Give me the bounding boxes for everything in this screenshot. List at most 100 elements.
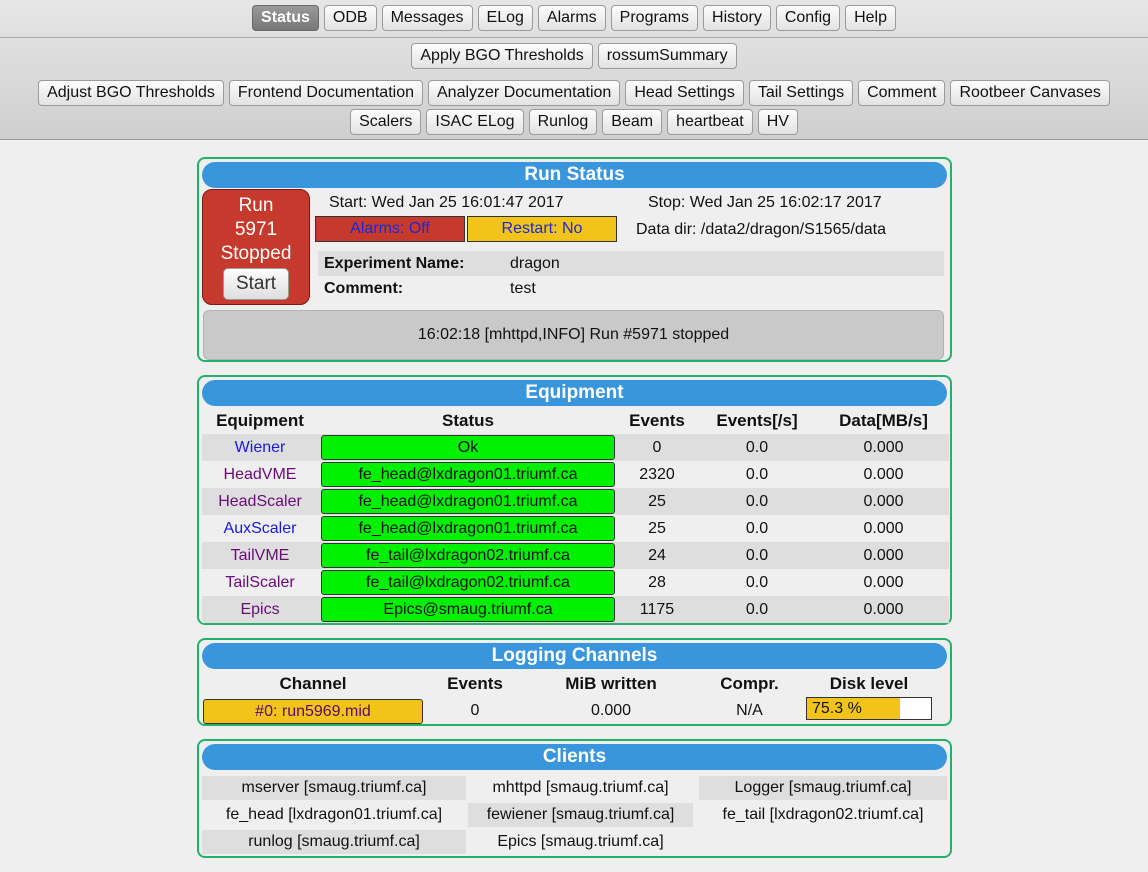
beam-link[interactable]: Beam <box>602 109 663 135</box>
comment-value: test <box>510 280 536 297</box>
experiment-name-value: dragon <box>510 255 560 272</box>
table-row: Wiener Ok 0 0.0 0.000 <box>202 434 949 461</box>
client-item: Epics [smaug.triumf.ca] <box>497 833 664 850</box>
column-header-disk-level: Disk level <box>829 674 909 693</box>
stop-time: Stop: Wed Jan 25 16:02:17 2017 <box>648 194 882 211</box>
table-row: HeadScaler fe_head@lxdragon01.triumf.ca … <box>202 488 949 515</box>
column-header-data-rate: Data[MB/s] <box>839 411 928 430</box>
client-item: fe_head [lxdragon01.triumf.ca] <box>225 806 443 823</box>
column-header-channel: Channel <box>279 674 347 693</box>
heartbeat-link[interactable]: heartbeat <box>667 109 753 135</box>
client-item: mhttpd [smaug.triumf.ca] <box>492 779 669 796</box>
start-run-button[interactable]: Start <box>223 268 289 300</box>
client-item: fe_tail [lxdragon02.triumf.ca] <box>722 806 924 823</box>
equipment-event-rate: 0.0 <box>696 542 818 569</box>
logging-channels-title: Logging Channels <box>202 643 947 669</box>
client-item: mserver [smaug.triumf.ca] <box>202 776 466 800</box>
run-state-box: Run 5971 Stopped Start <box>202 189 310 305</box>
hv-link[interactable]: HV <box>757 109 798 135</box>
menu-config-button[interactable]: Config <box>775 5 841 31</box>
frontend-documentation-link[interactable]: Frontend Documentation <box>228 80 423 106</box>
menu-history-button[interactable]: History <box>703 5 771 31</box>
scalers-link[interactable]: Scalers <box>350 109 422 135</box>
equipment-event-rate: 0.0 <box>745 465 769 483</box>
column-header-events-rate: Events[/s] <box>716 411 798 430</box>
equipment-name-link[interactable]: HeadScaler <box>218 493 302 510</box>
logging-channels-table: Channel Events MiB written Compr. Disk l… <box>202 671 935 725</box>
equipment-data-rate: 0.000 <box>818 434 949 461</box>
equipment-table: Equipment Status Events Events[/s] Data[… <box>202 408 949 623</box>
apply-bgo-thresholds-button[interactable]: Apply BGO Thresholds <box>411 43 593 69</box>
tail-settings-link[interactable]: Tail Settings <box>748 80 854 106</box>
equipment-status: fe_head@lxdragon01.triumf.ca <box>321 489 615 514</box>
equipment-events: 1175 <box>618 596 696 623</box>
menu-help-button[interactable]: Help <box>845 5 896 31</box>
channel-events: 0 <box>470 702 480 719</box>
equipment-title: Equipment <box>202 380 947 406</box>
equipment-event-rate: 0.0 <box>745 519 769 537</box>
experiment-name-label: Experiment Name: <box>324 255 465 272</box>
last-message[interactable]: 16:02:18 [mhttpd,INFO] Run #5971 stopped <box>203 310 944 360</box>
run-label: Run <box>238 195 274 216</box>
equipment-events: 0 <box>618 434 696 461</box>
equipment-name-link[interactable]: TailScaler <box>225 574 294 591</box>
disk-level-bar: 75.3 % <box>806 697 932 720</box>
equipment-data-rate: 0.000 <box>818 488 949 515</box>
column-header-compression: Compr. <box>720 674 779 693</box>
rossum-summary-button[interactable]: rossumSummary <box>597 43 737 69</box>
run-number: 5971 <box>234 219 278 240</box>
column-header-equipment: Equipment <box>216 411 304 430</box>
menu-divider <box>0 31 1148 38</box>
table-row: Epics Epics@smaug.triumf.ca 1175 0.0 0.0… <box>202 596 949 623</box>
equipment-header-row: Equipment Status Events Events[/s] Data[… <box>202 408 949 434</box>
equipment-name-link[interactable]: Wiener <box>235 439 286 456</box>
disk-level-text: 75.3 % <box>812 700 862 717</box>
table-row: TailVME fe_tail@lxdragon02.triumf.ca 24 … <box>202 542 949 569</box>
client-item: fewiener [smaug.triumf.ca] <box>468 803 693 827</box>
alarms-status[interactable]: Alarms: Off <box>315 216 465 242</box>
equipment-events: 25 <box>618 488 696 515</box>
run-state: Stopped <box>220 243 292 264</box>
restart-status[interactable]: Restart: No <box>467 216 617 242</box>
table-row: #0: run5969.mid 0 0.000 N/A 75.3 % <box>202 697 935 725</box>
comment-link[interactable]: Comment <box>858 80 946 106</box>
comment-label: Comment: <box>324 280 404 297</box>
column-header-status: Status <box>442 411 494 430</box>
equipment-status: Epics@smaug.triumf.ca <box>321 597 615 622</box>
equipment-event-rate: 0.0 <box>696 434 818 461</box>
equipment-data-rate: 0.000 <box>863 465 904 483</box>
equipment-name-link[interactable]: TailVME <box>231 547 290 564</box>
rootbeer-canvases-link[interactable]: Rootbeer Canvases <box>950 80 1110 106</box>
menu-odb-button[interactable]: ODB <box>323 5 377 31</box>
menu-programs-button[interactable]: Programs <box>610 5 699 31</box>
menu-elog-button[interactable]: ELog <box>477 5 533 31</box>
adjust-bgo-thresholds-link[interactable]: Adjust BGO Thresholds <box>38 80 224 106</box>
equipment-data-rate: 0.000 <box>818 596 949 623</box>
equipment-data-rate: 0.000 <box>863 573 904 591</box>
main-menu: Status ODB Messages ELog Alarms Programs… <box>0 0 1148 31</box>
head-settings-link[interactable]: Head Settings <box>625 80 744 106</box>
top-navigation: Status ODB Messages ELog Alarms Programs… <box>0 0 1148 140</box>
custom-links-row-2: Scalers ISAC ELog Runlog Beam heartbeat … <box>0 106 1148 135</box>
equipment-status: fe_tail@lxdragon02.triumf.ca <box>321 543 615 568</box>
menu-status-button[interactable]: Status <box>252 5 319 31</box>
equipment-event-rate: 0.0 <box>696 488 818 515</box>
isac-elog-link[interactable]: ISAC ELog <box>426 109 524 135</box>
equipment-name-link[interactable]: AuxScaler <box>224 520 297 537</box>
menu-alarms-button[interactable]: Alarms <box>537 5 606 31</box>
channel-name-link[interactable]: #0: run5969.mid <box>203 698 423 724</box>
equipment-data-rate: 0.000 <box>863 519 904 537</box>
equipment-name-link[interactable]: Epics <box>240 601 279 618</box>
menu-messages-button[interactable]: Messages <box>381 5 473 31</box>
equipment-event-rate: 0.0 <box>696 596 818 623</box>
runlog-link[interactable]: Runlog <box>528 109 598 135</box>
equipment-events: 2320 <box>639 465 675 483</box>
table-row: AuxScaler fe_head@lxdragon01.triumf.ca 2… <box>202 515 949 542</box>
equipment-panel: Equipment Equipment Status Events Events… <box>197 375 952 625</box>
column-header-events: Events <box>447 674 503 693</box>
equipment-name-link[interactable]: HeadVME <box>224 466 297 483</box>
clients-title: Clients <box>202 744 947 770</box>
analyzer-documentation-link[interactable]: Analyzer Documentation <box>428 80 621 106</box>
equipment-status: fe_head@lxdragon01.triumf.ca <box>321 462 615 487</box>
client-item: runlog [smaug.triumf.ca] <box>202 830 466 854</box>
